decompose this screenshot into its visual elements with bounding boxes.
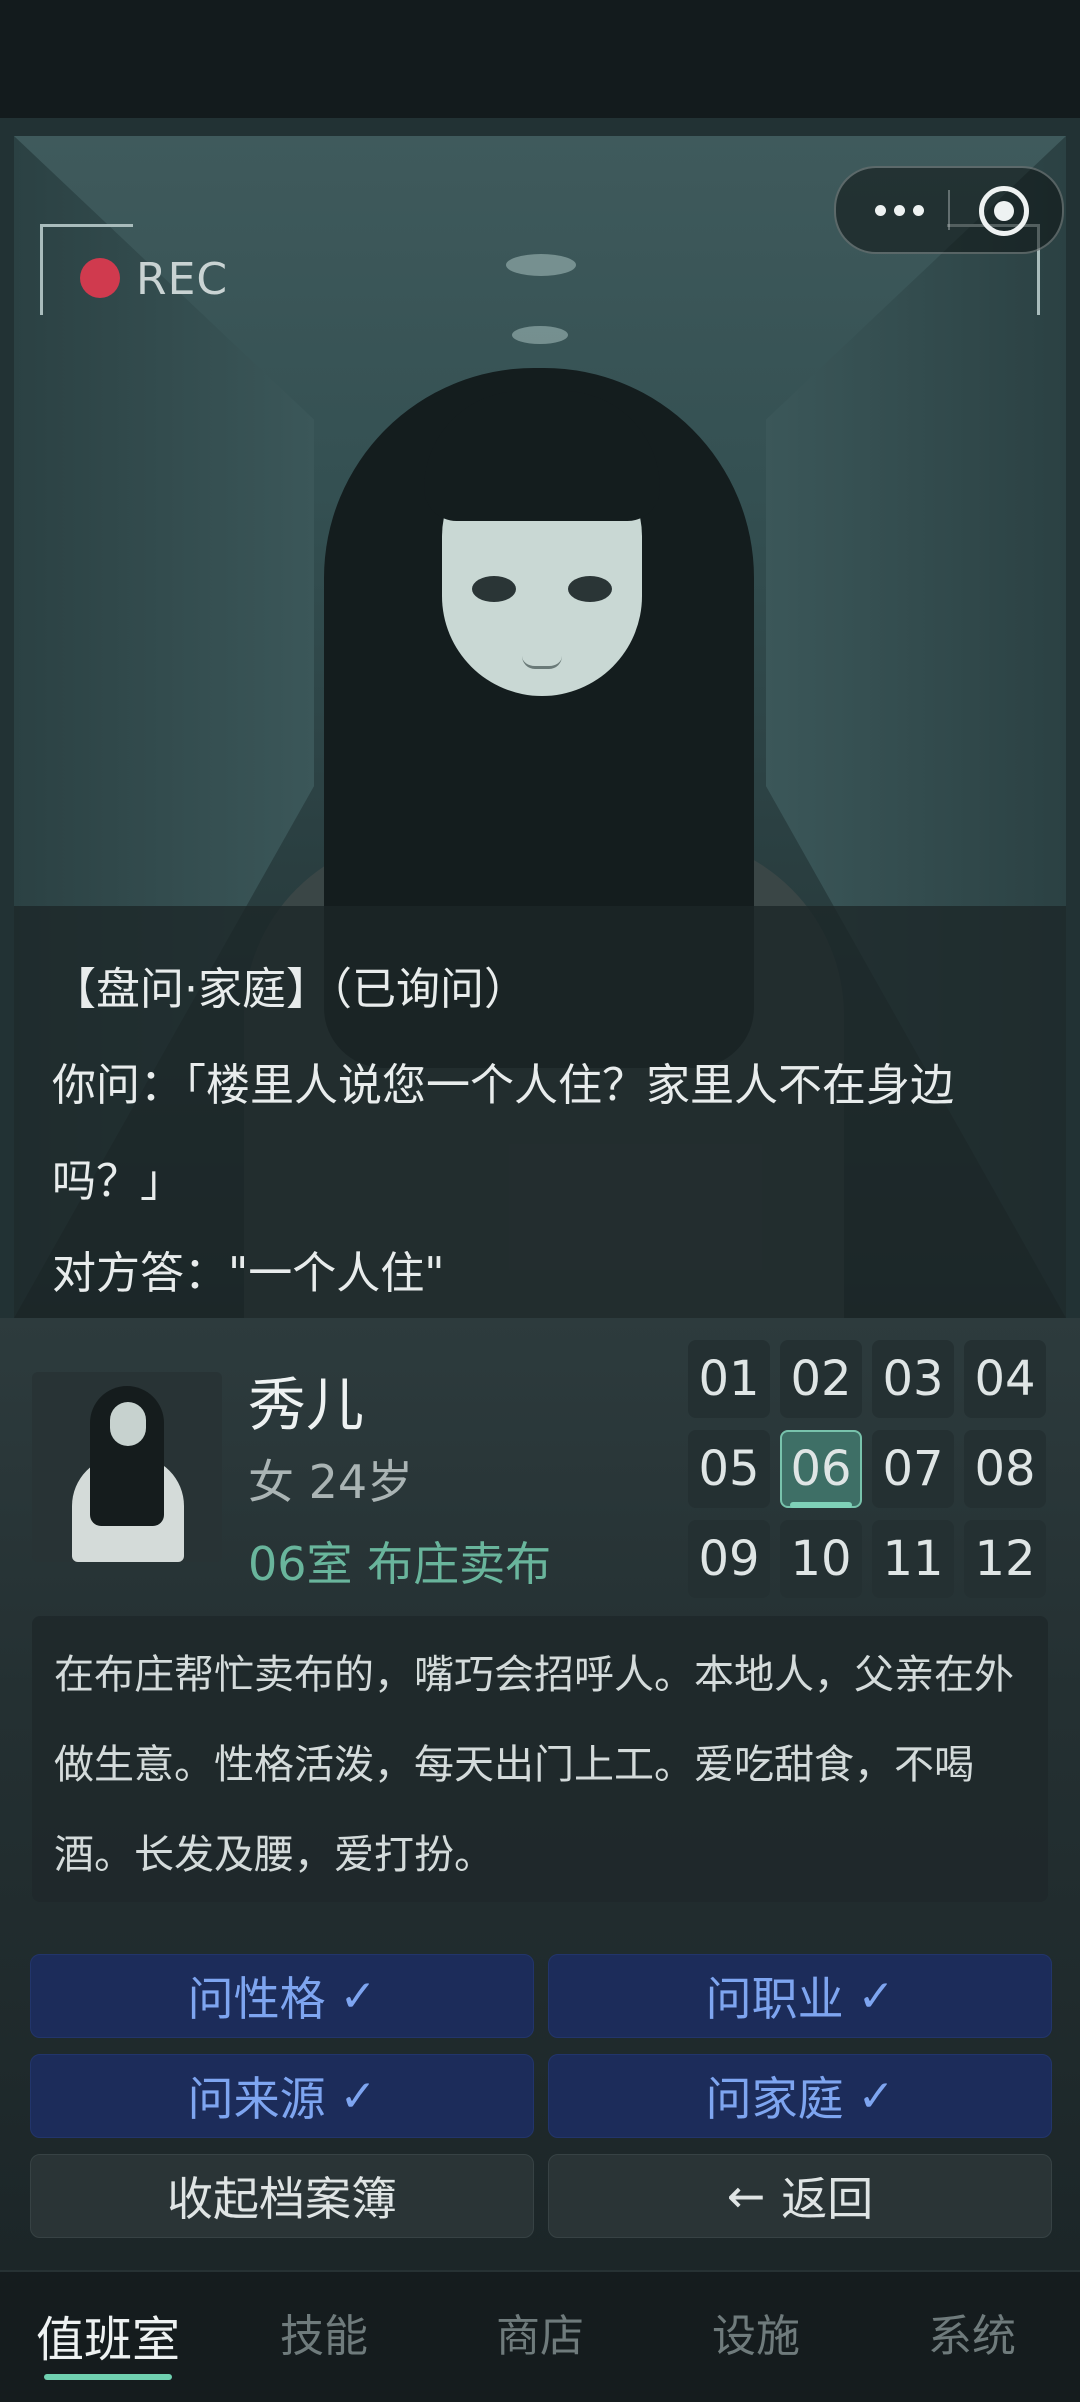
- room-button[interactable]: 07: [872, 1430, 954, 1508]
- capsule-divider: [948, 190, 950, 230]
- arrow-left-icon: ←: [726, 2169, 766, 2223]
- scene-frame: REC 【盘问·家庭】（已询问） 你问：「楼里人说您一个人住？家里人不在身边吗？…: [0, 118, 1080, 1318]
- check-icon: ✓: [339, 2070, 377, 2122]
- bottom-nav: 值班室 技能 商店 设施 系统: [0, 2270, 1080, 2402]
- ask-occupation-label: 问职业: [705, 1972, 844, 2026]
- room-selector: 01 02 03 04 05 06 07 08 09 10 11 12: [688, 1340, 1054, 1598]
- room-button-selected[interactable]: 06: [780, 1430, 862, 1508]
- room-button[interactable]: 01: [688, 1340, 770, 1418]
- ceiling-lamp: [512, 326, 568, 344]
- character-room-job: 06室 布庄卖布: [248, 1537, 552, 1591]
- nav-item-system[interactable]: 系统: [872, 2300, 1072, 2364]
- room-button[interactable]: 04: [964, 1340, 1046, 1418]
- check-icon: ✓: [857, 2070, 895, 2122]
- more-dots-icon[interactable]: [856, 168, 942, 252]
- nav-item-duty-room[interactable]: 值班室: [8, 2300, 208, 2370]
- character-name: 秀儿: [248, 1371, 365, 1439]
- collapse-dossier-button[interactable]: 收起档案簿: [30, 2154, 534, 2238]
- dialog-question: 你问：「楼里人说您一个人住？家里人不在身边吗？」: [52, 1060, 954, 1207]
- ask-occupation-button[interactable]: 问职业 ✓: [548, 1954, 1052, 2038]
- ceiling-lamp: [506, 254, 576, 276]
- nav-active-indicator: [44, 2374, 172, 2380]
- nav-item-skills[interactable]: 技能: [224, 2300, 424, 2364]
- nav-item-shop[interactable]: 商店: [440, 2300, 640, 2364]
- ask-family-button[interactable]: 问家庭 ✓: [548, 2054, 1052, 2138]
- avatar: [32, 1372, 222, 1562]
- ask-origin-label: 问来源: [187, 2072, 326, 2126]
- nav-item-facilities[interactable]: 设施: [656, 2300, 856, 2364]
- back-label: 返回: [781, 2172, 874, 2226]
- room-button[interactable]: 11: [872, 1520, 954, 1598]
- ask-family-label: 问家庭: [705, 2072, 844, 2126]
- dialog-box: 【盘问·家庭】（已询问） 你问：「楼里人说您一个人住？家里人不在身边吗？」 对方…: [14, 906, 1066, 1318]
- check-icon: ✓: [339, 1970, 377, 2022]
- status-bar-area: [0, 0, 1080, 118]
- record-dot-icon: [80, 258, 120, 298]
- character-description-box: 在布庄帮忙卖布的，嘴巧会招呼人。本地人，父亲在外做生意。性格活泼，每天出门上工。…: [32, 1616, 1048, 1902]
- check-icon: ✓: [857, 1970, 895, 2022]
- dialog-tag: 【盘问·家庭】（已询问）: [52, 964, 528, 1015]
- character-description: 在布庄帮忙卖布的，嘴巧会招呼人。本地人，父亲在外做生意。性格活泼，每天出门上工。…: [54, 1652, 1014, 1878]
- dossier-panel: 秀儿 女 24岁 06室 布庄卖布 01 02 03 04 05 06 07 0…: [0, 1318, 1080, 2270]
- ask-personality-button[interactable]: 问性格 ✓: [30, 1954, 534, 2038]
- miniprogram-capsule: [834, 166, 1064, 254]
- room-button[interactable]: 02: [780, 1340, 862, 1418]
- scene-viewport: REC 【盘问·家庭】（已询问） 你问：「楼里人说您一个人住？家里人不在身边吗？…: [14, 136, 1066, 1318]
- ask-origin-button[interactable]: 问来源 ✓: [30, 2054, 534, 2138]
- character-eye-right: [568, 576, 612, 602]
- room-button[interactable]: 12: [964, 1520, 1046, 1598]
- room-button[interactable]: 10: [780, 1520, 862, 1598]
- avatar-face: [110, 1402, 146, 1446]
- room-button[interactable]: 03: [872, 1340, 954, 1418]
- ask-personality-label: 问性格: [187, 1972, 326, 2026]
- room-button[interactable]: 05: [688, 1430, 770, 1508]
- dialog-answer: 对方答："一个人住": [52, 1248, 445, 1299]
- target-circle-icon[interactable]: [979, 186, 1029, 236]
- back-button[interactable]: ← 返回: [548, 2154, 1052, 2238]
- rec-label: REC: [136, 254, 229, 305]
- room-button[interactable]: 09: [688, 1520, 770, 1598]
- character-eye-left: [472, 576, 516, 602]
- room-button[interactable]: 08: [964, 1430, 1046, 1508]
- character-gender-age: 女 24岁: [248, 1455, 414, 1509]
- collapse-dossier-label: 收起档案簿: [167, 2172, 397, 2226]
